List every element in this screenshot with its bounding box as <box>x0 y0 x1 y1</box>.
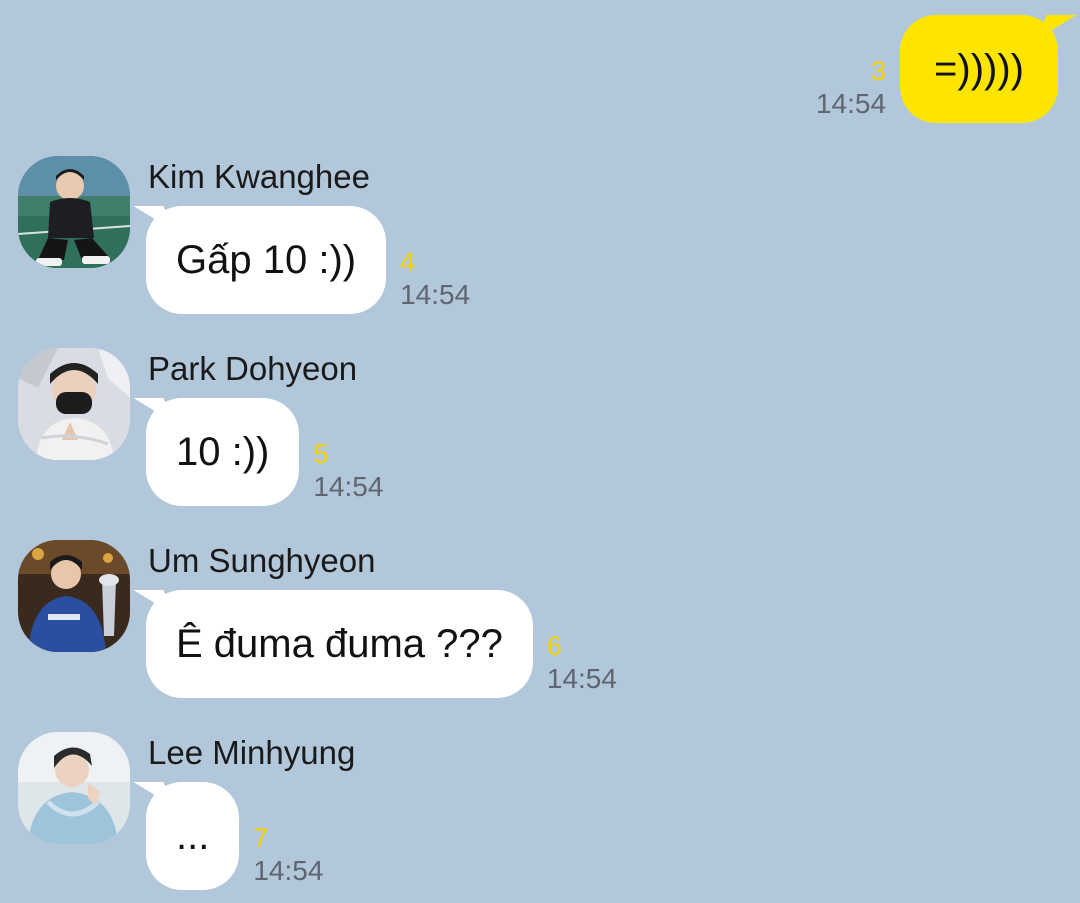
unread-count: 7 <box>253 823 269 853</box>
profile-photo-icon <box>18 156 130 268</box>
outgoing-bubble[interactable]: =))))) <box>900 15 1058 123</box>
message-text: Ê đuma đuma ??? <box>176 622 503 666</box>
avatar[interactable] <box>18 732 130 844</box>
message-meta: 3 14:54 <box>816 55 886 121</box>
unread-count: 4 <box>400 247 416 277</box>
message-time: 14:54 <box>815 88 887 119</box>
message-meta: 5 14:54 <box>313 438 383 504</box>
unread-count: 5 <box>313 439 329 469</box>
profile-photo-icon <box>18 348 130 460</box>
sender-name[interactable]: Lee Minhyung <box>148 734 355 772</box>
avatar[interactable] <box>18 156 130 268</box>
message-time: 14:54 <box>313 471 384 502</box>
sender-name[interactable]: Park Dohyeon <box>148 350 357 388</box>
message-meta: 4 14:54 <box>400 246 470 312</box>
incoming-bubble[interactable]: 10 :)) <box>146 398 300 506</box>
outgoing-message: 3 14:54 =))))) <box>816 15 1058 123</box>
message-text: =))))) <box>934 47 1024 91</box>
message-text: Gấp 10 :)) <box>176 238 357 282</box>
incoming-bubble[interactable]: ... <box>146 782 240 890</box>
message-time: 14:54 <box>253 855 324 886</box>
message-time: 14:54 <box>400 279 471 310</box>
profile-photo-icon <box>18 540 130 652</box>
message-time: 14:54 <box>546 663 617 694</box>
incoming-bubble[interactable]: Gấp 10 :)) <box>146 206 387 314</box>
unread-count: 3 <box>871 56 887 86</box>
message-meta: 7 14:54 <box>253 822 323 888</box>
message-meta: 6 14:54 <box>547 630 617 696</box>
profile-photo-icon <box>18 732 130 844</box>
unread-count: 6 <box>546 631 562 661</box>
message-text: 10 :)) <box>176 430 270 474</box>
incoming-bubble[interactable]: Ê đuma đuma ??? <box>146 590 533 698</box>
avatar[interactable] <box>18 348 130 460</box>
sender-name[interactable]: Kim Kwanghee <box>148 158 370 196</box>
message-text: ... <box>176 814 210 858</box>
sender-name[interactable]: Um Sunghyeon <box>148 542 375 580</box>
avatar[interactable] <box>18 540 130 652</box>
chat-room: 3 14:54 =))))) Kim Kwanghee Gấp 10:)) 4… <box>0 0 1080 903</box>
